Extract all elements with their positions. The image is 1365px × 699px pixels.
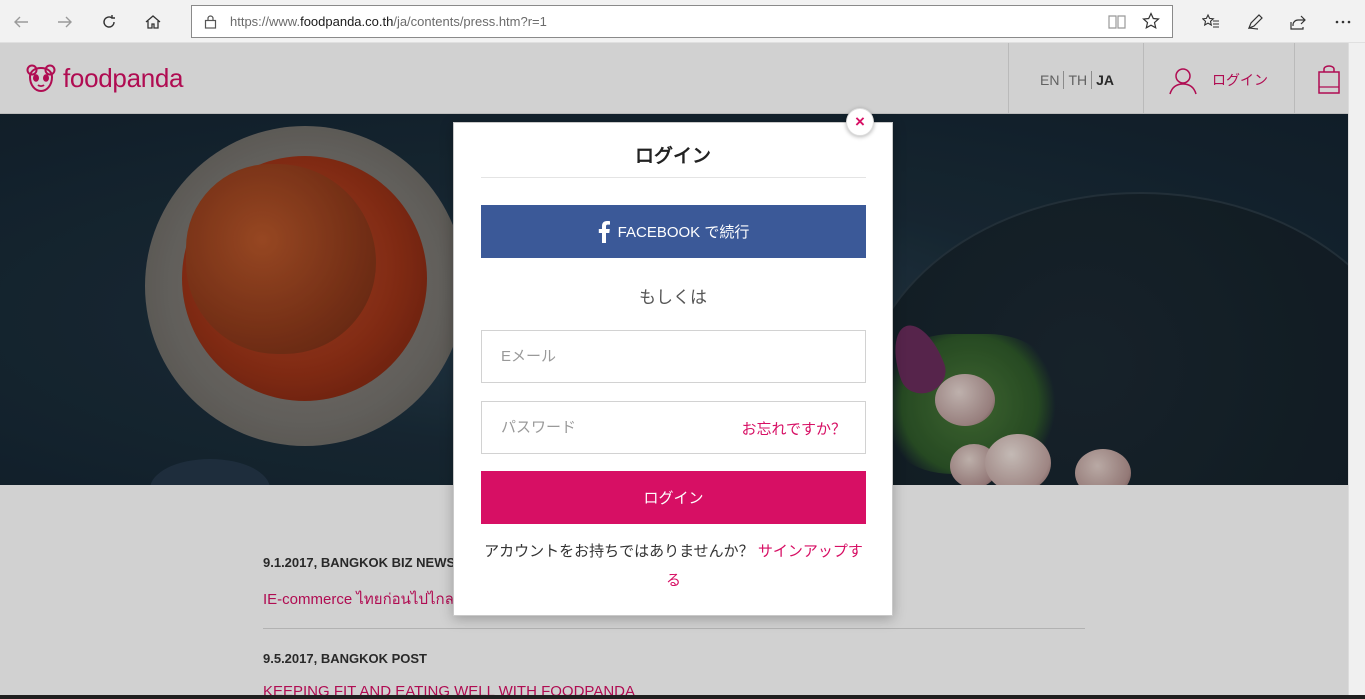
refresh-icon[interactable] <box>94 7 124 37</box>
home-icon[interactable] <box>138 7 168 37</box>
login-submit-button[interactable]: ログイン <box>481 471 866 524</box>
signup-prompt-text: アカウントをお持ちではありませんか？ <box>484 543 758 560</box>
favorite-star-icon[interactable] <box>1142 12 1160 35</box>
password-field[interactable]: お忘れですか？ <box>481 401 866 454</box>
modal-title: ログイン <box>634 146 711 167</box>
more-menu-icon[interactable] <box>1328 7 1358 37</box>
back-arrow-icon[interactable] <box>6 7 36 37</box>
or-divider-text: もしくは <box>639 288 707 307</box>
taskbar-edge <box>0 695 1365 699</box>
facebook-login-label: FACEBOOK で続行 <box>617 224 750 241</box>
signup-prompt: アカウントをお持ちではありませんか？ サインアップする <box>481 537 866 595</box>
lock-icon <box>204 14 217 34</box>
login-modal: ログイン FACEBOOK で続行 もしくは お忘れですか？ ログイン アカウン… <box>453 122 893 616</box>
email-field[interactable] <box>481 330 866 383</box>
facebook-login-button[interactable]: FACEBOOK で続行 <box>481 205 866 258</box>
facebook-icon <box>598 220 610 243</box>
web-note-pen-icon[interactable] <box>1240 7 1270 37</box>
page-scrollbar[interactable] <box>1348 43 1365 699</box>
modal-divider <box>481 177 866 178</box>
url-text: https://www.foodpanda.co.th/ja/contents/… <box>230 14 547 29</box>
forgot-password-link[interactable]: お忘れですか？ <box>741 418 846 439</box>
email-input[interactable] <box>482 331 865 382</box>
close-icon: × <box>855 112 865 131</box>
favorites-hub-icon[interactable] <box>1196 7 1226 37</box>
reading-view-icon[interactable] <box>1108 14 1126 35</box>
share-icon[interactable] <box>1283 7 1313 37</box>
address-bar[interactable]: https://www.foodpanda.co.th/ja/contents/… <box>191 5 1173 38</box>
modal-close-button[interactable]: × <box>846 108 874 136</box>
browser-toolbar: https://www.foodpanda.co.th/ja/contents/… <box>0 0 1365 43</box>
forward-arrow-icon[interactable] <box>50 7 80 37</box>
